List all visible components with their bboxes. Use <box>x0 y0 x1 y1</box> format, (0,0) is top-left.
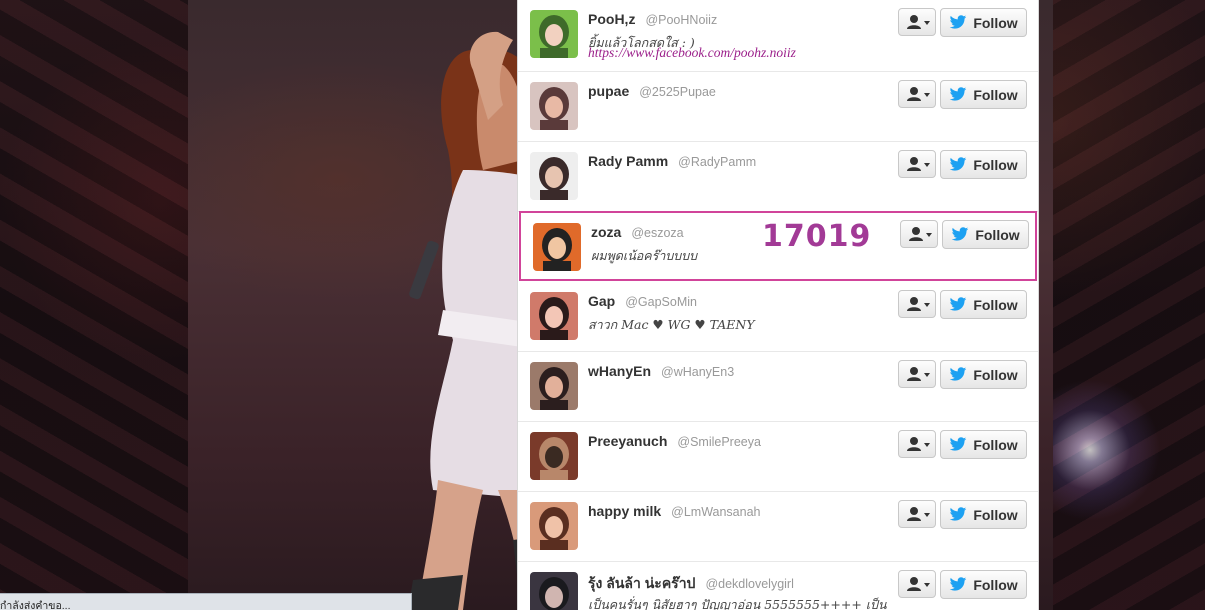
user-name[interactable]: happy milk <box>588 503 661 519</box>
user-dropdown-icon <box>907 297 930 311</box>
background-stripes-left <box>0 0 190 610</box>
follow-label: Follow <box>973 156 1018 173</box>
user-name[interactable]: pupae <box>588 83 629 99</box>
user-handle[interactable]: @RadyPamm <box>678 155 756 169</box>
user-row: wHanyEn @wHanyEn3 Follow <box>518 352 1038 422</box>
user-name[interactable]: Rady Pamm <box>588 153 668 169</box>
twitter-bird-icon <box>950 577 967 591</box>
avatar[interactable] <box>530 82 578 130</box>
user-actions-button[interactable] <box>898 80 936 108</box>
user-actions-button[interactable] <box>900 220 938 248</box>
user-actions-button[interactable] <box>898 430 936 458</box>
follow-button[interactable]: Follow <box>940 500 1027 529</box>
follow-label: Follow <box>975 226 1020 243</box>
user-name[interactable]: Gap <box>588 293 615 309</box>
browser-status-bar: กำลังส่งคำขอ... <box>0 593 412 610</box>
user-name[interactable]: zoza <box>591 224 621 240</box>
status-text: กำลังส่งคำขอ... <box>0 600 71 610</box>
background-stripes-right <box>1040 0 1205 610</box>
follow-label: Follow <box>973 86 1018 103</box>
follow-label: Follow <box>973 506 1018 523</box>
user-name[interactable]: wHanyEn <box>588 363 651 379</box>
twitter-bird-icon <box>950 507 967 521</box>
user-handle[interactable]: @GapSoMin <box>625 295 697 309</box>
follow-label: Follow <box>973 576 1018 593</box>
user-dropdown-icon <box>907 157 930 171</box>
user-name[interactable]: Preeyanuch <box>588 433 667 449</box>
follow-button[interactable]: Follow <box>940 150 1027 179</box>
avatar[interactable] <box>530 292 578 340</box>
twitter-bird-icon <box>950 367 967 381</box>
avatar[interactable] <box>530 10 578 58</box>
user-row: zoza @eszoza ผมพูดเน้อคร๊าบบบบ Follow 170… <box>519 211 1037 281</box>
user-row: Rady Pamm @RadyPamm Follow <box>518 142 1038 212</box>
twitter-bird-icon <box>950 297 967 311</box>
user-bio-link[interactable]: https://www.facebook.com/poohz.noiiz <box>588 45 796 61</box>
follow-label: Follow <box>973 366 1018 383</box>
user-dropdown-icon <box>907 87 930 101</box>
avatar[interactable] <box>530 152 578 200</box>
twitter-bird-icon <box>950 157 967 171</box>
follow-button[interactable]: Follow <box>940 8 1027 37</box>
follow-label: Follow <box>973 296 1018 313</box>
follow-label: Follow <box>973 436 1018 453</box>
user-actions-button[interactable] <box>898 570 936 598</box>
user-bio: สาวก Mac ♥ WG ♥ TAENY <box>588 317 755 332</box>
user-row: Gap @GapSoMin สาวก Mac ♥ WG ♥ TAENY Follo… <box>518 282 1038 352</box>
follow-button[interactable]: Follow <box>940 430 1027 459</box>
avatar[interactable] <box>530 432 578 480</box>
avatar[interactable] <box>530 502 578 550</box>
user-row: pupae @2525Pupae Follow <box>518 72 1038 142</box>
user-dropdown-icon <box>907 507 930 521</box>
user-actions-button[interactable] <box>898 290 936 318</box>
user-handle[interactable]: @wHanyEn3 <box>661 365 734 379</box>
user-dropdown-icon <box>907 15 930 29</box>
avatar[interactable] <box>530 362 578 410</box>
user-handle[interactable]: @dekdlovelygirl <box>705 577 793 591</box>
twitter-bird-icon <box>950 437 967 451</box>
user-handle[interactable]: @SmilePreeya <box>677 435 761 449</box>
avatar[interactable] <box>530 572 578 610</box>
follow-button[interactable]: Follow <box>940 290 1027 319</box>
user-actions-button[interactable] <box>898 360 936 388</box>
user-actions-button[interactable] <box>898 500 936 528</box>
follow-button[interactable]: Follow <box>942 220 1029 249</box>
user-name[interactable]: รุ้ง ลันล้า น่ะคร๊าป <box>588 575 695 591</box>
user-list: PooH,z @PooHNoiiz ยิ้มแล้วโลกสดใส : ) htt… <box>517 0 1039 610</box>
highlight-number: 17019 <box>762 219 872 254</box>
twitter-bird-icon <box>950 15 967 29</box>
follow-button[interactable]: Follow <box>940 80 1027 109</box>
user-bio: เป็นคนรั่นๆ นิสัยฮาๆ ปัญญาอ่อน 5555555++… <box>588 597 887 610</box>
follow-button[interactable]: Follow <box>940 570 1027 599</box>
twitter-bird-icon <box>952 227 969 241</box>
user-row: PooH,z @PooHNoiiz ยิ้มแล้วโลกสดใส : ) htt… <box>518 0 1038 72</box>
avatar[interactable] <box>533 223 581 271</box>
user-bio: ผมพูดเน้อคร๊าบบบบ <box>591 248 698 263</box>
user-name[interactable]: PooH,z <box>588 11 635 27</box>
user-row: รุ้ง ลันล้า น่ะคร๊าป @dekdlovelygirl เป็น… <box>518 562 1038 610</box>
user-dropdown-icon <box>907 437 930 451</box>
follow-label: Follow <box>973 14 1018 31</box>
user-dropdown-icon <box>907 367 930 381</box>
follow-button[interactable]: Follow <box>940 360 1027 389</box>
user-handle[interactable]: @2525Pupae <box>639 85 716 99</box>
user-actions-button[interactable] <box>898 150 936 178</box>
user-handle[interactable]: @eszoza <box>631 226 683 240</box>
user-handle[interactable]: @LmWansanah <box>671 505 760 519</box>
user-dropdown-icon <box>909 227 932 241</box>
user-dropdown-icon <box>907 577 930 591</box>
user-handle[interactable]: @PooHNoiiz <box>645 13 717 27</box>
user-row: Preeyanuch @SmilePreeya Follow <box>518 422 1038 492</box>
user-row: happy milk @LmWansanah Follow <box>518 492 1038 562</box>
user-actions-button[interactable] <box>898 8 936 36</box>
twitter-bird-icon <box>950 87 967 101</box>
